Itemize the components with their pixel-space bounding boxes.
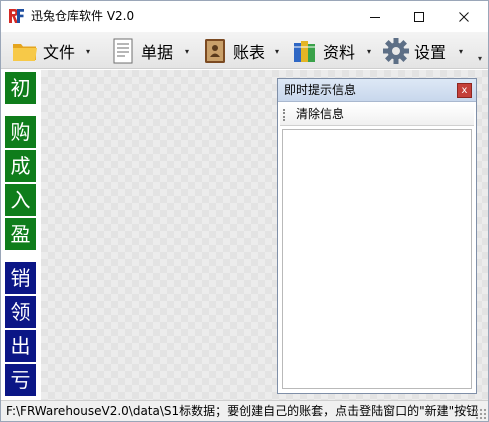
toolbar-ledger-label: 账表 xyxy=(233,43,266,62)
nav-btn-loss[interactable]: 亏 xyxy=(5,364,36,396)
toolbar-overflow-button[interactable]: ▾ xyxy=(474,51,486,67)
close-icon xyxy=(459,11,469,22)
close-button[interactable] xyxy=(442,1,486,32)
nav-btn-purchase[interactable]: 购 xyxy=(5,116,36,148)
info-panel-header[interactable]: 即时提示信息 x xyxy=(278,79,476,102)
toolbar-data-label: 资料 xyxy=(323,43,356,62)
status-bar: F:\FRWarehouseV2.0\data\S1标数据；要创建自己的账套，点… xyxy=(1,400,488,421)
ledger-dropdown-arrow[interactable]: ▾ xyxy=(275,48,279,56)
minimize-icon xyxy=(370,16,380,18)
main-toolbar: 文件 ▾ 单据 ▾ 账表 ▾ 资料 ▾ 设置 ▾ ▾ xyxy=(1,32,488,69)
title-bar[interactable]: 迅兔仓库软件 V2.0 xyxy=(1,1,488,32)
document-icon xyxy=(113,38,133,64)
left-nav: 初 购 成 入 盈 销 领 出 亏 xyxy=(3,70,38,400)
folder-icon xyxy=(13,44,37,61)
info-panel: 即时提示信息 x 清除信息 xyxy=(277,78,477,394)
maximize-button[interactable] xyxy=(397,1,441,32)
data-dropdown-arrow[interactable]: ▾ xyxy=(367,48,371,56)
toolbar-file-label: 文件 xyxy=(43,43,76,62)
file-dropdown-arrow[interactable]: ▾ xyxy=(86,48,90,56)
gear-icon xyxy=(383,38,409,64)
toolbar-file-button[interactable]: 文件 xyxy=(11,35,75,67)
ledger-book-icon xyxy=(205,39,225,63)
toolbar-bills-button[interactable]: 单据 xyxy=(109,35,173,67)
settings-dropdown-arrow[interactable]: ▾ xyxy=(459,48,463,56)
nav-btn-requisition[interactable]: 领 xyxy=(5,296,36,328)
bills-dropdown-arrow[interactable]: ▾ xyxy=(185,48,189,56)
window-title: 迅兔仓库软件 V2.0 xyxy=(31,9,135,23)
toolbar-settings-button[interactable]: 设置 xyxy=(382,35,446,67)
maximize-icon xyxy=(414,11,424,22)
toolbar-grip-icon[interactable] xyxy=(283,109,286,121)
binders-icon xyxy=(294,41,315,62)
nav-btn-stock-out[interactable]: 出 xyxy=(5,330,36,362)
info-panel-title: 即时提示信息 xyxy=(284,83,357,97)
info-panel-toolbar: 清除信息 xyxy=(280,104,474,126)
resize-grip-icon[interactable] xyxy=(475,408,486,419)
nav-btn-init[interactable]: 初 xyxy=(5,72,36,104)
info-panel-close-button[interactable]: x xyxy=(457,83,472,98)
toolbar-ledger-button[interactable]: 账表 xyxy=(201,35,265,67)
nav-btn-stock-in[interactable]: 入 xyxy=(5,184,36,216)
nav-btn-product[interactable]: 成 xyxy=(5,150,36,182)
toolbar-settings-label: 设置 xyxy=(414,43,447,62)
clear-info-button[interactable]: 清除信息 xyxy=(296,107,344,122)
toolbar-bills-label: 单据 xyxy=(141,43,174,62)
minimize-button[interactable] xyxy=(353,1,397,32)
close-icon: x xyxy=(461,85,468,96)
nav-btn-sales[interactable]: 销 xyxy=(5,262,36,294)
toolbar-data-button[interactable]: 资料 xyxy=(291,35,355,67)
app-logo-icon xyxy=(8,8,25,25)
status-text: F:\FRWarehouseV2.0\data\S1标数据；要创建自己的账套，点… xyxy=(6,404,479,418)
info-message-area[interactable] xyxy=(282,129,472,389)
app-window: 迅兔仓库软件 V2.0 文件 ▾ 单据 ▾ 账表 ▾ 资料 ▾ 设置 ▾ ▾ 初… xyxy=(0,0,489,422)
nav-btn-surplus[interactable]: 盈 xyxy=(5,218,36,250)
